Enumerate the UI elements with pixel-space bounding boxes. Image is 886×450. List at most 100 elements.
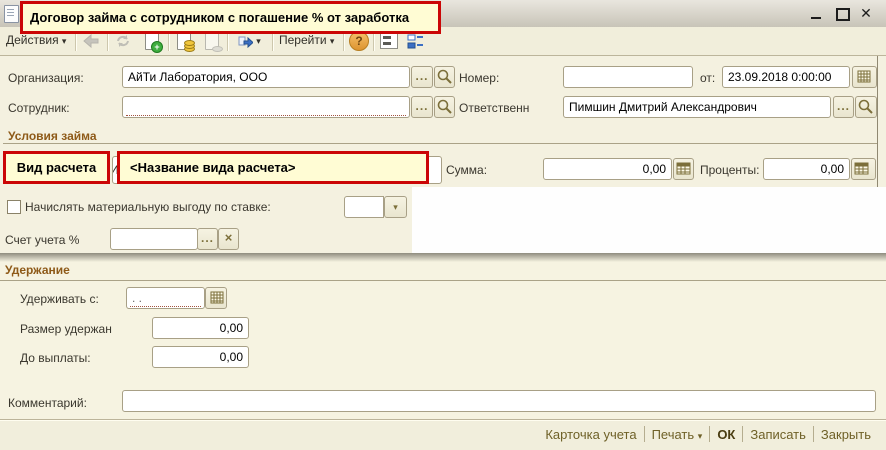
withhold-size-label: Размер удержан [20, 322, 112, 336]
annotation-calc-type-name: <Название вида расчета> [117, 151, 429, 184]
annotation-title: Договор займа с сотрудником с погашение … [20, 1, 441, 34]
clear-icon: × [225, 230, 233, 245]
account-field[interactable] [110, 228, 198, 250]
material-benefit-checkbox[interactable] [7, 200, 21, 214]
annotation-calc-type: Вид расчета [3, 151, 110, 184]
structure-icon [407, 34, 424, 49]
search-icon [856, 97, 875, 117]
calendar-icon [206, 288, 228, 308]
maximize-icon [836, 8, 850, 21]
percent-label: Проценты: [700, 163, 759, 177]
loan-agreement-screen: Удержание Удерживать с: . . Размер удерж… [0, 0, 886, 450]
before-payment-label: До выплаты: [20, 351, 91, 365]
number-field[interactable] [563, 66, 693, 88]
percent-calculator-button[interactable] [851, 158, 876, 180]
employee-open-button[interactable] [434, 96, 455, 118]
goto-menu[interactable]: Перейти ▾ [279, 33, 334, 47]
rate-field[interactable] [344, 196, 384, 218]
chevron-down-icon: ▾ [698, 431, 703, 441]
account-label: Счет учета % [5, 233, 79, 247]
material-benefit-label: Начислять материальную выгоду по ставке: [25, 200, 271, 214]
post-icon [177, 33, 191, 50]
toolbar-divider [373, 32, 374, 51]
responsible-label: Ответственн [459, 101, 529, 115]
back-icon [83, 34, 99, 48]
search-icon [435, 97, 454, 117]
comment-label: Комментарий: [8, 396, 87, 410]
chevron-down-icon: ▾ [62, 36, 67, 46]
employee-field[interactable] [122, 96, 410, 118]
withhold-from-field[interactable]: . . [126, 287, 205, 309]
unpost-icon [205, 33, 219, 50]
account-card-button[interactable]: Карточка учета [538, 427, 643, 442]
minimize-button[interactable] [806, 5, 826, 22]
window-right-border [877, 56, 878, 187]
before-payment-field[interactable]: 0,00 [152, 346, 249, 368]
chevron-down-icon: ▾ [330, 36, 335, 46]
close-button[interactable]: Закрыть [814, 427, 878, 442]
withhold-from-label: Удерживать с: [20, 292, 99, 306]
account-select-button[interactable]: ... [197, 228, 218, 250]
ellipsis-icon: ... [415, 99, 428, 113]
date-calendar-button[interactable] [852, 66, 877, 88]
responsible-open-button[interactable] [855, 96, 877, 118]
toolbar-divider [107, 32, 108, 51]
comment-field[interactable] [122, 390, 876, 412]
section-withholding: Удержание [5, 263, 70, 277]
output-icon [237, 34, 253, 48]
toolbar-divider [272, 32, 273, 51]
ok-button[interactable]: ОК [710, 427, 742, 442]
section-withholding-rule [0, 280, 886, 281]
section-loan-terms: Условия займа [8, 129, 97, 143]
section-loan-rule [3, 143, 877, 144]
close-window-button[interactable]: ✕ [856, 5, 876, 22]
save-button[interactable]: Записать [743, 427, 813, 442]
organization-label: Организация: [8, 71, 84, 85]
document-icon [4, 5, 19, 23]
toolbar-divider [75, 32, 76, 51]
date-field[interactable]: 23.09.2018 0:00:00 [722, 66, 850, 88]
ellipsis-icon: ... [201, 231, 214, 245]
calculator-icon [674, 159, 693, 179]
percent-field[interactable]: 0,00 [763, 158, 850, 180]
responsible-field[interactable]: Пимшин Дмитрий Александрович [563, 96, 831, 118]
minimize-icon [811, 17, 821, 19]
command-bar: Карточка учета Печать ▾ ОК Записать Закр… [0, 419, 886, 450]
search-icon [435, 67, 454, 87]
responsible-select-button[interactable]: ... [833, 96, 854, 118]
number-label: Номер: [459, 71, 499, 85]
sum-label: Сумма: [446, 163, 487, 177]
date-label: от: [700, 71, 715, 85]
refresh-icon [115, 34, 131, 48]
help-icon: ? [349, 31, 369, 51]
maximize-button[interactable] [832, 5, 852, 22]
employee-select-button[interactable]: ... [411, 96, 433, 118]
chevron-down-icon: ▾ [256, 37, 261, 46]
withhold-size-field[interactable]: 0,00 [152, 317, 249, 339]
print-button[interactable]: Печать ▾ [645, 427, 710, 442]
empty-area [412, 187, 886, 253]
sum-field[interactable]: 0,00 [543, 158, 672, 180]
employee-label: Сотрудник: [8, 101, 70, 115]
chevron-down-icon: ▾ [393, 202, 398, 212]
window-shadow [0, 253, 886, 262]
close-icon: ✕ [860, 5, 872, 21]
toolbar-divider [227, 32, 228, 51]
organization-select-button[interactable]: ... [411, 66, 433, 88]
details-icon [380, 33, 398, 49]
organization-field[interactable]: АйТи Лаборатория, ООО [122, 66, 410, 88]
ellipsis-icon: ... [837, 99, 850, 113]
rate-dropdown-button[interactable]: ▾ [384, 196, 407, 218]
copy-add-icon: + [145, 33, 159, 50]
actions-menu[interactable]: Действия ▾ [6, 33, 66, 47]
document-window: ✕ Действия ▾ + ▾ [0, 0, 886, 253]
ellipsis-icon: ... [415, 69, 428, 83]
calendar-icon [853, 67, 875, 87]
withhold-from-calendar-button[interactable] [205, 287, 227, 309]
toolbar-divider [168, 32, 169, 51]
sum-calculator-button[interactable] [673, 158, 694, 180]
organization-open-button[interactable] [434, 66, 455, 88]
account-clear-button[interactable]: × [218, 228, 239, 250]
toolbar-divider [343, 32, 344, 51]
calculator-icon [852, 159, 871, 179]
